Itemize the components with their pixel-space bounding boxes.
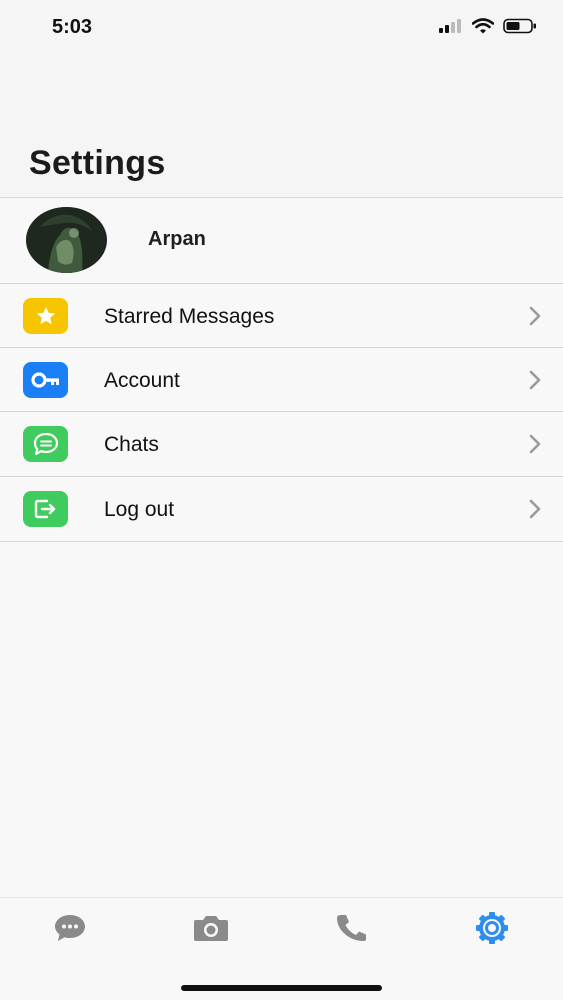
profile-row[interactable]: Arpan — [0, 198, 563, 283]
menu-item-account[interactable]: Account — [0, 348, 563, 412]
status-bar: 5:03 — [0, 0, 563, 60]
page-title: Settings — [29, 144, 166, 182]
status-icons — [439, 18, 537, 34]
star-icon — [23, 298, 68, 334]
home-indicator — [181, 985, 382, 991]
menu-item-label: Log out — [104, 498, 175, 521]
chat-bubble-icon — [23, 426, 68, 462]
chevron-right-icon — [529, 434, 541, 454]
status-time: 5:03 — [52, 16, 93, 38]
battery-icon — [503, 18, 536, 34]
tab-settings[interactable] — [462, 908, 522, 948]
wifi-icon — [472, 18, 494, 34]
menu-item-label: Account — [104, 369, 180, 392]
settings-gear-icon — [476, 912, 508, 944]
menu-item-label: Starred Messages — [104, 305, 275, 328]
key-icon — [23, 362, 68, 398]
chats-icon — [55, 915, 85, 941]
menu-item-starred-messages[interactable]: Starred Messages — [0, 284, 563, 348]
menu-item-label: Chats — [104, 433, 159, 456]
tab-chats[interactable] — [40, 908, 100, 948]
logout-icon — [23, 491, 68, 527]
tab-calls[interactable] — [322, 908, 382, 948]
chevron-right-icon — [529, 499, 541, 519]
chevron-right-icon — [529, 370, 541, 390]
avatar[interactable] — [26, 207, 107, 273]
menu-item-chats[interactable]: Chats — [0, 412, 563, 476]
divider — [0, 541, 563, 542]
camera-icon — [194, 916, 228, 941]
signal-icon — [439, 19, 461, 33]
profile-name: Arpan — [148, 228, 206, 250]
phone-icon — [337, 915, 366, 941]
avatar-image — [26, 207, 106, 273]
tab-camera[interactable] — [181, 908, 241, 948]
chevron-right-icon — [529, 306, 541, 326]
menu-item-log-out[interactable]: Log out — [0, 477, 563, 541]
